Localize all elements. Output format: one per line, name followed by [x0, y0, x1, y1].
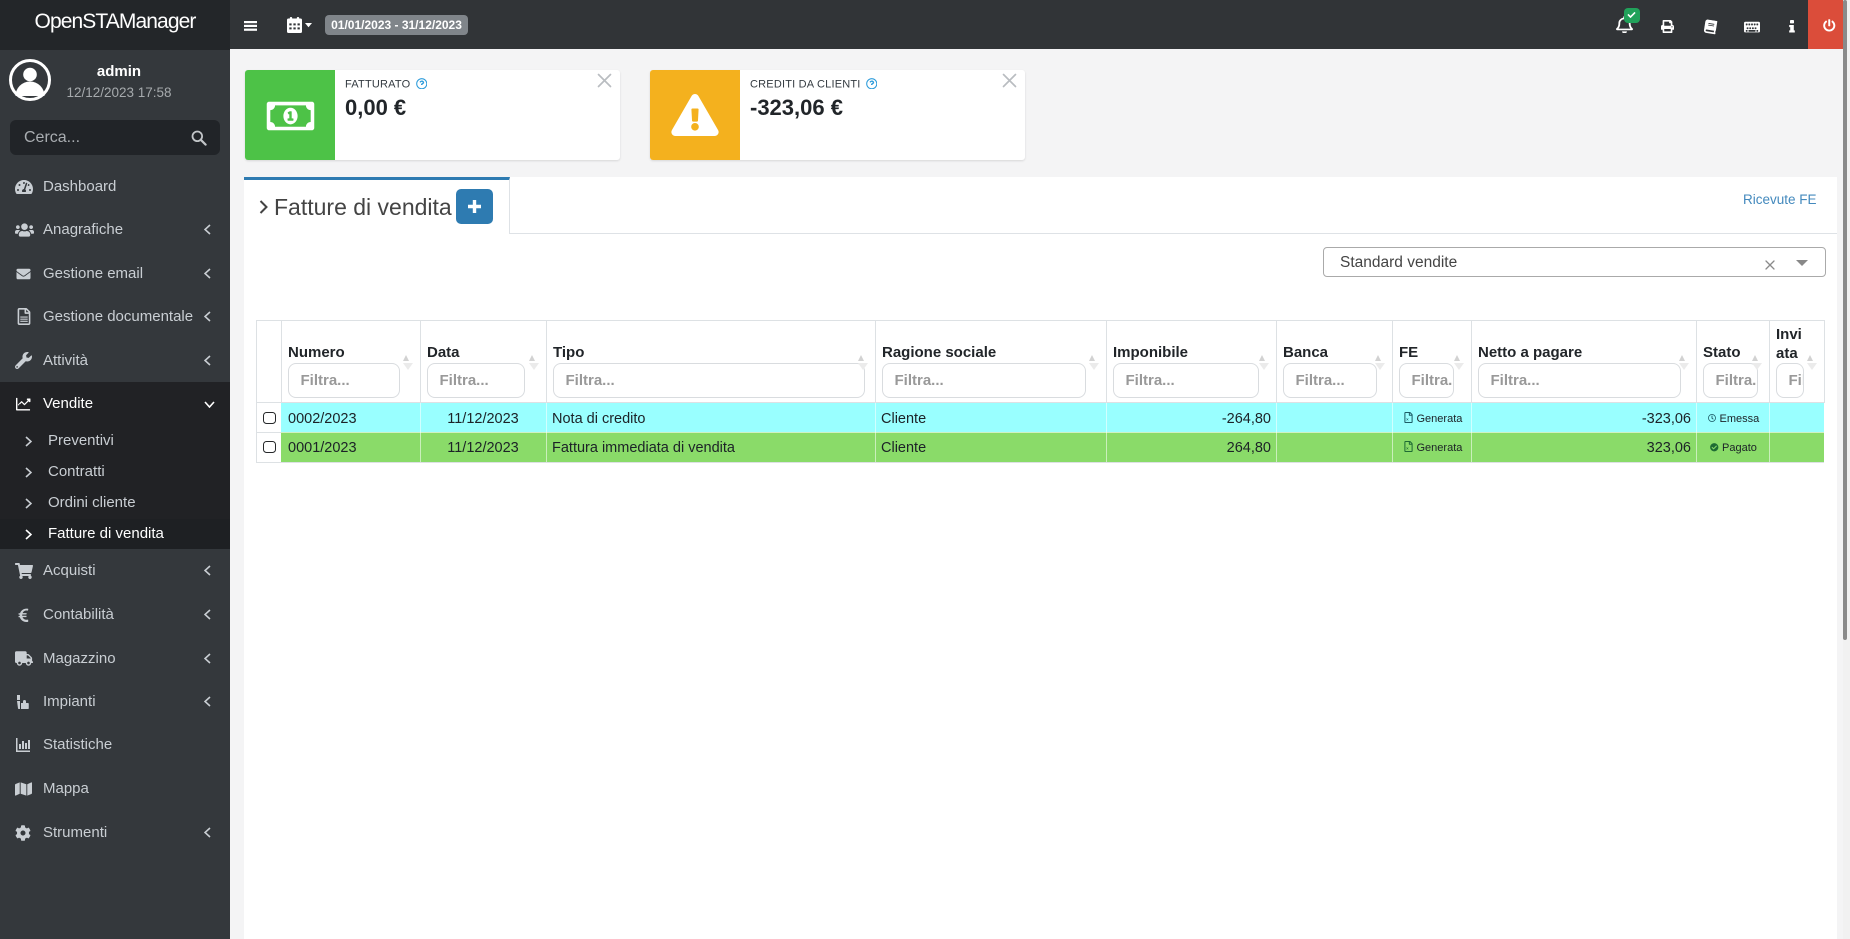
svg-text:×: × [1406, 417, 1409, 422]
svg-text:×: × [1406, 446, 1409, 451]
